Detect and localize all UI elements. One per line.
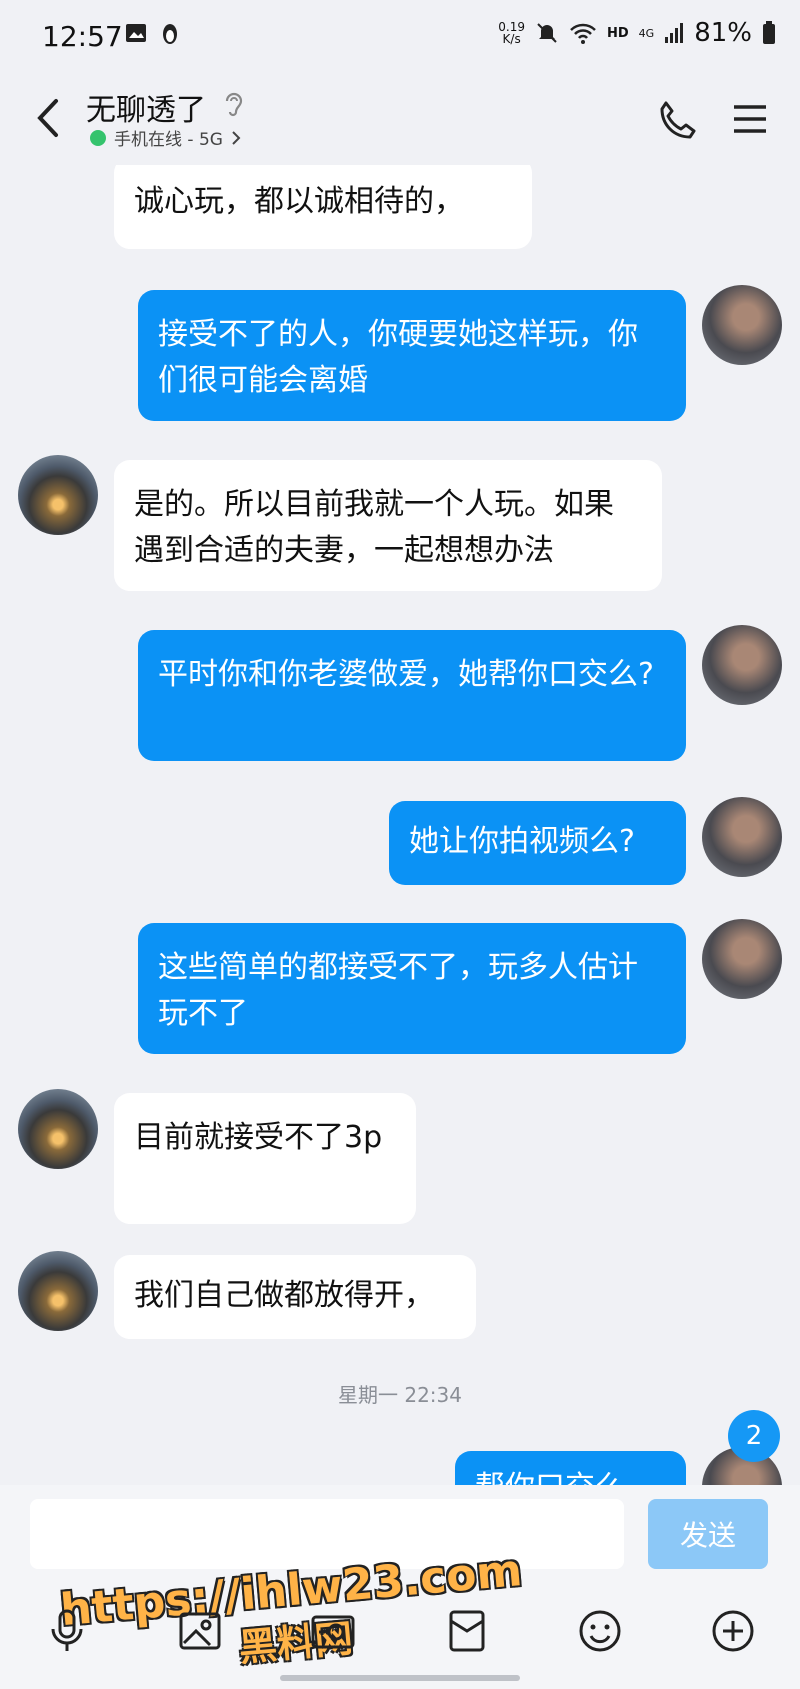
- hd-label: HD: [607, 25, 629, 41]
- message-text: 接受不了的人，你硬要她这样玩，你们很可能会离婚: [158, 317, 638, 398]
- peer-avatar[interactable]: [18, 1251, 98, 1331]
- status-right: 0.19 K/s HD 4G 81%: [498, 18, 776, 48]
- chat-header: 无聊透了 手机在线 - 5G: [0, 75, 800, 165]
- qq-penguin-icon: [163, 24, 177, 44]
- message-text: 诚心玩，都以诚相待的，: [134, 184, 464, 219]
- microphone-icon: [51, 1609, 83, 1651]
- mute-icon: [537, 23, 557, 43]
- peer-avatar[interactable]: [18, 455, 98, 535]
- my-avatar[interactable]: [702, 285, 782, 365]
- chevron-left-icon: [37, 99, 58, 137]
- net-speed-unit: K/s: [502, 32, 521, 46]
- my-avatar[interactable]: [702, 797, 782, 877]
- online-dot-icon: [90, 129, 106, 146]
- more-button[interactable]: [705, 1603, 761, 1659]
- status-time: 12:57: [42, 20, 123, 53]
- status-bar: 12:57 0.19 K/s HD 4G 81%: [0, 0, 800, 75]
- message-composer: 发送 https://ihlw23.com 黑料网: [0, 1485, 800, 1689]
- message-bubble-outgoing[interactable]: 帮你口交么: [455, 1451, 686, 1485]
- unread-count-badge[interactable]: 2: [728, 1410, 780, 1462]
- voice-button[interactable]: [39, 1603, 95, 1659]
- back-button[interactable]: [28, 93, 68, 143]
- peer-avatar[interactable]: [18, 1089, 98, 1169]
- menu-button[interactable]: [726, 95, 774, 143]
- message-text: 这些简单的都接受不了，玩多人估计玩不了: [158, 950, 638, 1031]
- emoji-button[interactable]: [572, 1603, 628, 1659]
- gallery-icon: [126, 24, 146, 42]
- phone-icon: [660, 101, 696, 139]
- my-avatar[interactable]: [702, 625, 782, 705]
- battery-icon: [763, 21, 775, 44]
- message-bubble-incoming[interactable]: 目前就接受不了3p: [114, 1093, 416, 1224]
- chat-message-list[interactable]: 诚心玩，都以诚相待的， 接受不了的人，你硬要她这样玩，你们很可能会离婚 是的。所…: [0, 165, 800, 1485]
- message-text: 我们自己做都放得开，: [134, 1278, 434, 1313]
- status-left-icons: [125, 22, 181, 46]
- red-packet-icon: [449, 1610, 485, 1652]
- message-bubble-outgoing[interactable]: 这些简单的都接受不了，玩多人估计玩不了: [138, 923, 686, 1054]
- emoji-icon: [579, 1610, 621, 1652]
- chevron-right-icon: [232, 130, 241, 145]
- message-bubble-incoming[interactable]: 是的。所以目前我就一个人玩。如果遇到合适的夫妻，一起想想办法: [114, 460, 662, 591]
- presence-text: 手机在线 - 5G: [114, 130, 223, 150]
- presence-status[interactable]: 手机在线 - 5G: [90, 125, 241, 150]
- my-avatar[interactable]: [702, 919, 782, 999]
- chat-title[interactable]: 无聊透了: [86, 85, 206, 129]
- message-bubble-incoming[interactable]: 我们自己做都放得开，: [114, 1255, 476, 1339]
- home-indicator[interactable]: [280, 1675, 520, 1681]
- message-text: 她让你拍视频么?: [409, 824, 635, 859]
- net-speed: 0.19 K/s: [498, 21, 525, 45]
- message-text: 目前就接受不了3p: [134, 1120, 383, 1155]
- camera-button[interactable]: [305, 1603, 361, 1659]
- message-bubble-outgoing[interactable]: 她让你拍视频么?: [389, 801, 686, 885]
- message-input[interactable]: [30, 1499, 624, 1569]
- hamburger-menu-icon: [734, 105, 766, 133]
- cell-label: 4G: [638, 26, 655, 40]
- ear-icon: [225, 92, 243, 117]
- signal-icon: [665, 23, 684, 43]
- send-button[interactable]: 发送: [648, 1499, 768, 1569]
- red-packet-button[interactable]: [439, 1603, 495, 1659]
- image-icon: [179, 1612, 221, 1650]
- camera-icon: [311, 1615, 355, 1649]
- message-text: 平时你和你老婆做爱，她帮你口交么?: [158, 657, 654, 692]
- message-bubble-outgoing[interactable]: 接受不了的人，你硬要她这样玩，你们很可能会离婚: [138, 290, 686, 421]
- wifi-icon: [570, 23, 596, 44]
- plus-icon: [712, 1610, 754, 1652]
- message-text: 是的。所以目前我就一个人玩。如果遇到合适的夫妻，一起想想办法: [134, 487, 614, 568]
- battery-level: 81%: [694, 18, 752, 48]
- time-divider: 星期一 22:34: [338, 1383, 462, 1407]
- call-button[interactable]: [652, 95, 700, 143]
- message-bubble-outgoing[interactable]: 平时你和你老婆做爱，她帮你口交么?: [138, 630, 686, 761]
- image-button[interactable]: [172, 1603, 228, 1659]
- input-toolbar: [0, 1595, 800, 1667]
- message-bubble-incoming[interactable]: 诚心玩，都以诚相待的，: [114, 165, 532, 249]
- message-text: 帮你口交么: [475, 1470, 625, 1485]
